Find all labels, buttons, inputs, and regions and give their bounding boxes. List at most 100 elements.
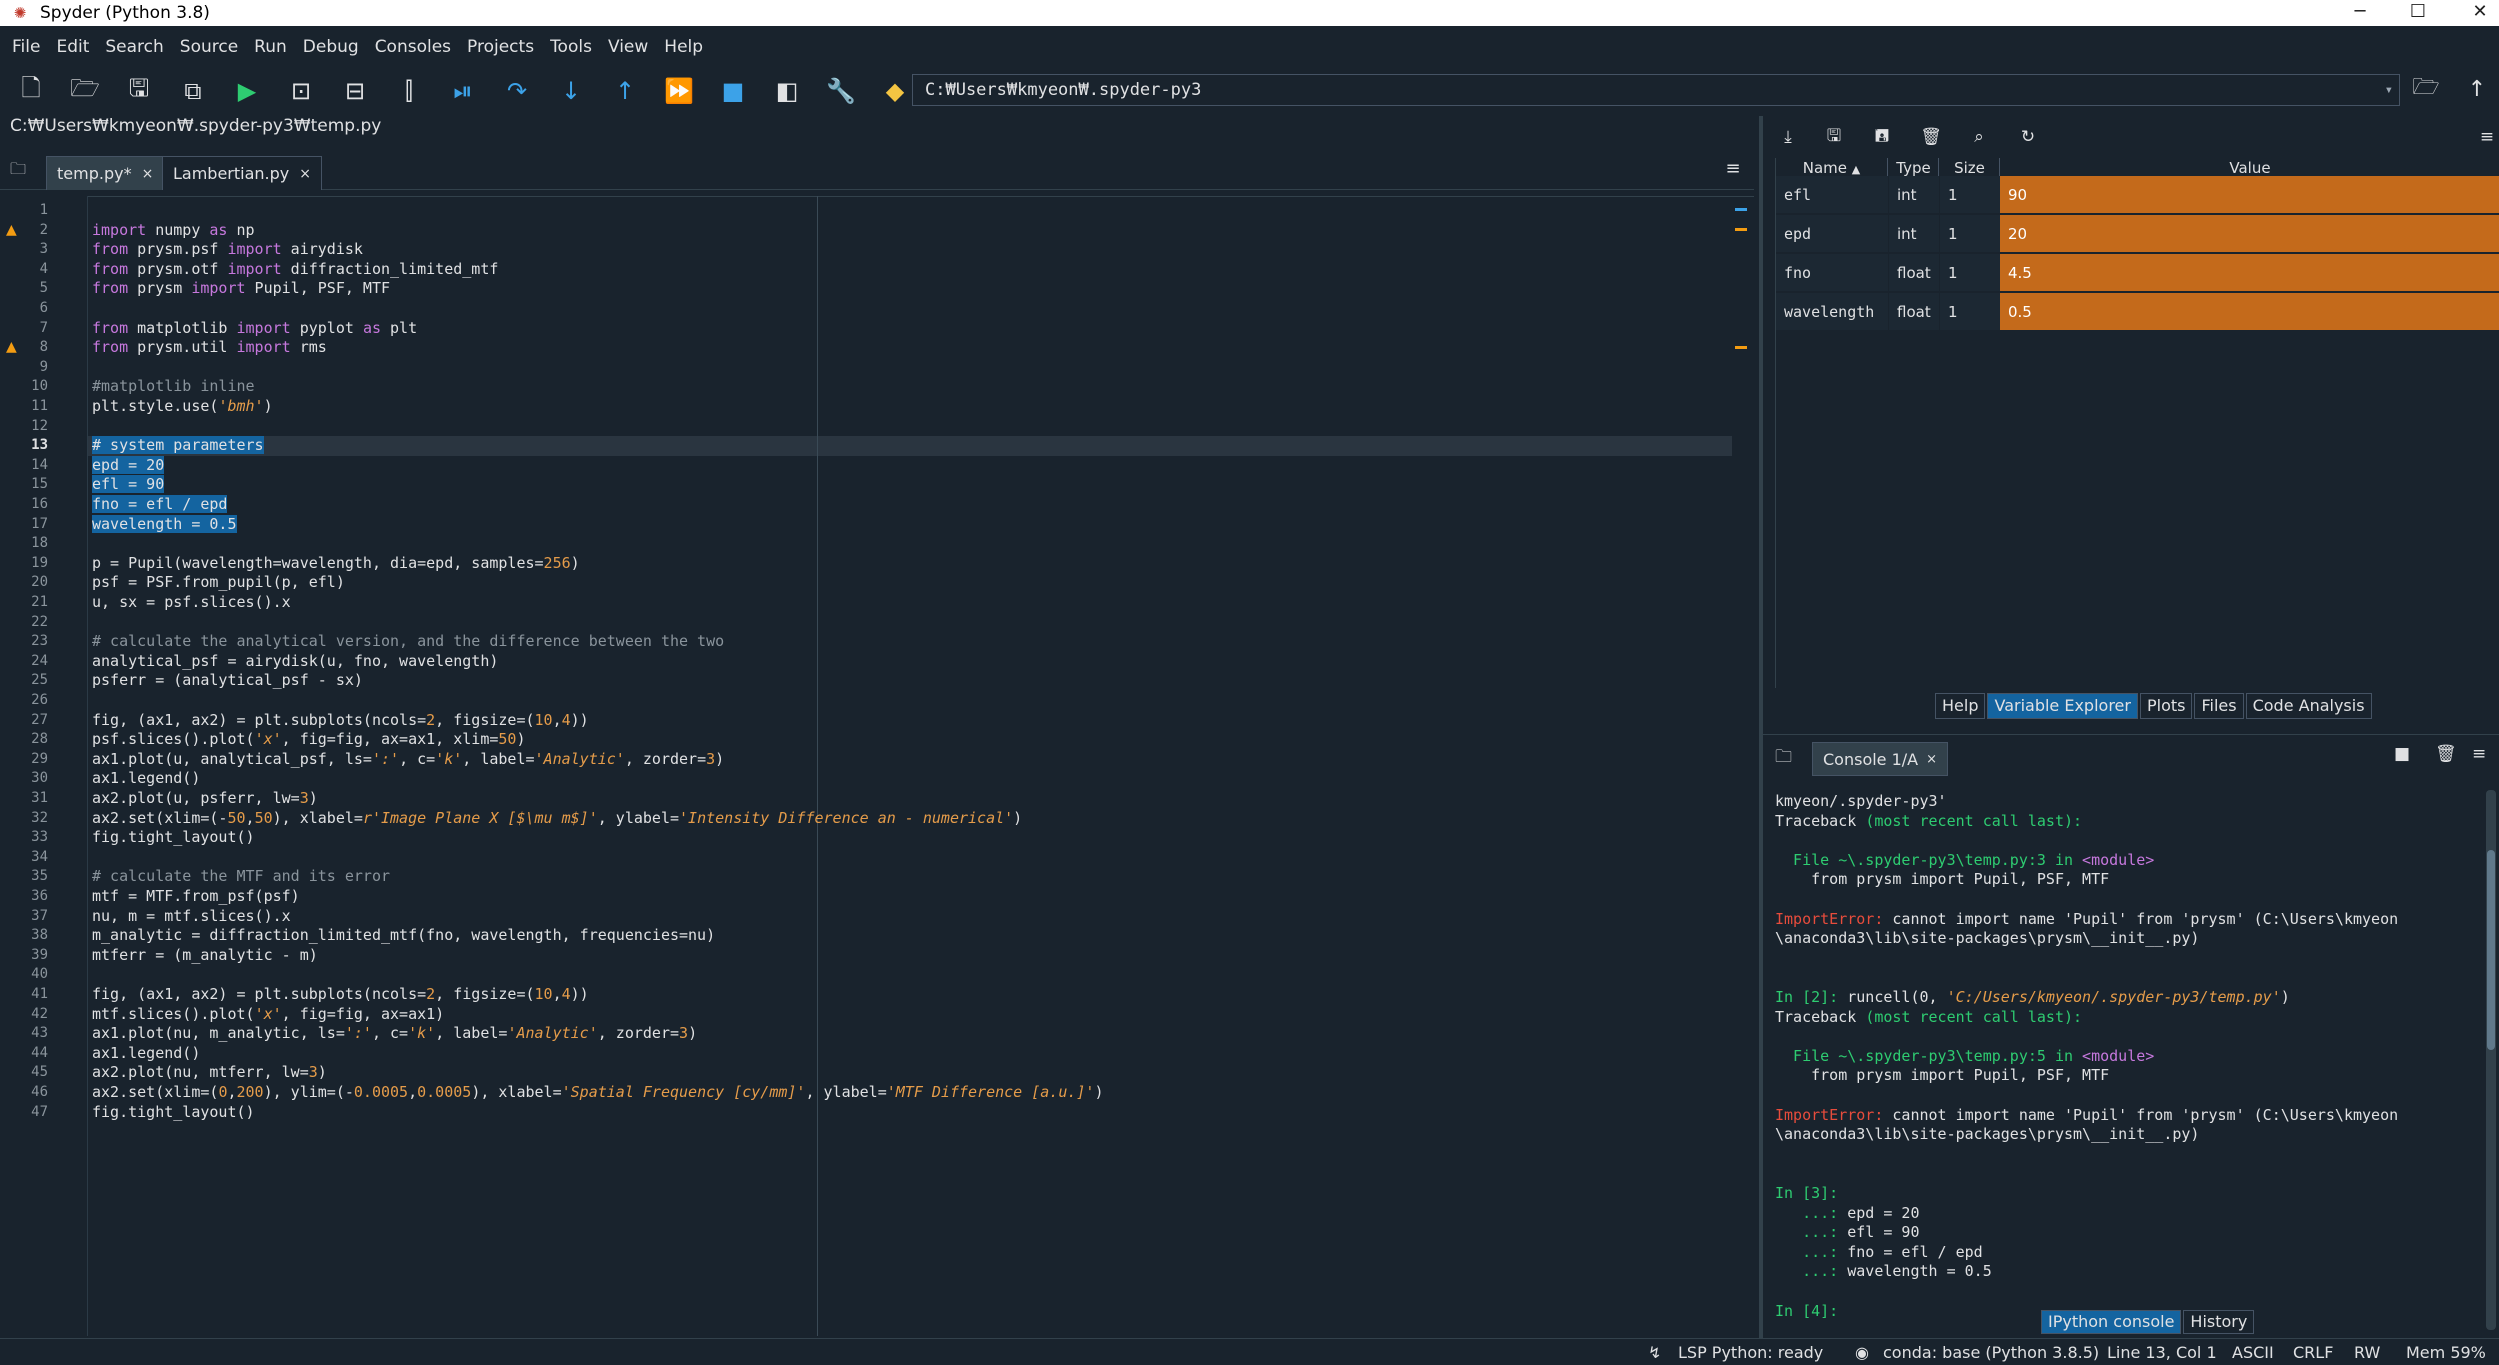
menu-tools[interactable]: Tools <box>542 37 600 57</box>
run-cell-icon[interactable]: ⊡ <box>278 72 324 110</box>
code-line[interactable]: p = Pupil(wavelength=wavelength, dia=epd… <box>92 554 580 574</box>
code-line[interactable]: mtf.slices().plot('x', fig=fig, ax=ax1) <box>92 1005 444 1025</box>
code-line[interactable]: fig.tight_layout() <box>92 828 255 848</box>
code-line[interactable]: from matplotlib import pyplot as plt <box>92 319 417 339</box>
column-header-size[interactable]: Size <box>1940 158 2000 178</box>
code-line[interactable]: analytical_psf = airydisk(u, fno, wavele… <box>92 652 498 672</box>
debug-step-icon[interactable]: ↷ <box>494 72 540 110</box>
variable-value[interactable]: 90 <box>2000 176 2499 214</box>
step-return-icon[interactable]: ↑ <box>602 72 648 110</box>
tab-help[interactable]: Help <box>1935 693 1986 719</box>
variable-value[interactable]: 0.5 <box>2000 293 2499 331</box>
code-line[interactable]: epd = 20 <box>92 455 165 476</box>
code-line[interactable]: ax2.plot(nu, mtferr, lw=3) <box>92 1063 327 1083</box>
console-scrollbar[interactable] <box>2486 790 2496 1330</box>
close-window-button[interactable]: ✕ <box>2455 0 2499 26</box>
editor-options-menu-icon[interactable]: ≡ <box>1720 158 1746 180</box>
code-line[interactable]: ax1.legend() <box>92 1044 200 1064</box>
conda-env-status[interactable]: conda: base (Python 3.8.5) <box>1883 1343 2099 1362</box>
save-file-icon[interactable]: 🖫 <box>116 72 162 110</box>
stop-debug-icon[interactable]: ■ <box>710 72 756 110</box>
menu-edit[interactable]: Edit <box>48 37 97 57</box>
code-line[interactable]: efl = 90 <box>92 475 165 495</box>
menu-run[interactable]: Run <box>246 37 295 57</box>
search-icon[interactable]: ⌕ <box>1962 122 1996 152</box>
variable-value[interactable]: 4.5 <box>2000 254 2499 292</box>
browse-directory-icon[interactable]: 🗁 <box>2404 70 2448 108</box>
variable-value[interactable]: 20 <box>2000 215 2499 253</box>
remove-variables-icon[interactable]: 🗑 <box>2435 744 2457 764</box>
explorer-options-menu-icon[interactable]: ≡ <box>2470 122 2499 152</box>
code-line[interactable]: mtf = MTF.from_psf(psf) <box>92 887 300 907</box>
code-line[interactable]: ax2.plot(u, psferr, lw=3) <box>92 789 318 809</box>
code-line[interactable]: ax1.plot(u, analytical_psf, ls=':', c='k… <box>92 750 724 770</box>
menu-help[interactable]: Help <box>656 37 711 57</box>
code-line[interactable]: from prysm.psf import airydisk <box>92 240 363 260</box>
code-line[interactable]: fig, (ax1, ax2) = plt.subplots(ncols=2, … <box>92 711 589 731</box>
code-line[interactable]: # calculate the analytical version, and … <box>92 632 724 652</box>
step-into-icon[interactable]: ↓ <box>548 72 594 110</box>
column-header-type[interactable]: Type <box>1889 158 1939 178</box>
code-line[interactable]: plt.style.use('bmh') <box>92 397 273 417</box>
menu-consoles[interactable]: Consoles <box>367 37 459 57</box>
code-line[interactable]: # system parameters <box>92 436 264 456</box>
code-line[interactable]: ax2.set(xlim=(0,200), ylim=(-0.0005,0.00… <box>92 1083 1104 1103</box>
save-data-icon[interactable]: 🖫 <box>1817 122 1851 152</box>
save-data-as-icon[interactable]: 🖪 <box>1865 122 1899 152</box>
code-line[interactable]: ax1.legend() <box>92 769 200 789</box>
menu-view[interactable]: View <box>600 37 656 57</box>
working-directory-input[interactable]: C:₩Users₩kmyeon₩.spyder-py3 ▾ <box>912 74 2400 106</box>
code-line[interactable]: ax1.plot(nu, m_analytic, ls=':', c='k', … <box>92 1024 697 1044</box>
interrupt-kernel-icon[interactable]: ■ <box>2394 744 2410 764</box>
minimize-button[interactable]: ─ <box>2335 0 2385 26</box>
menu-file[interactable]: File <box>4 37 48 57</box>
tab-code-analysis[interactable]: Code Analysis <box>2245 693 2372 719</box>
code-line[interactable]: wavelength = 0.5 <box>92 514 237 535</box>
debug-file-icon[interactable]: ⏯ <box>440 72 486 110</box>
code-line[interactable]: nu, m = mtf.slices().x <box>92 907 291 927</box>
code-line[interactable]: mtferr = (m_analytic - m) <box>92 946 318 966</box>
maximize-button[interactable]: ☐ <box>2393 0 2443 26</box>
preferences-wrench-icon[interactable]: 🔧 <box>818 72 864 110</box>
column-header-value[interactable]: Value <box>2001 158 2499 178</box>
menu-search[interactable]: Search <box>97 37 171 57</box>
remove-all-variables-icon[interactable]: 🗑 <box>1914 122 1948 152</box>
menu-debug[interactable]: Debug <box>295 37 367 57</box>
chevron-down-icon[interactable]: ▾ <box>2385 75 2393 105</box>
run-cell-advance-icon[interactable]: ⊟ <box>332 72 378 110</box>
close-tab-icon[interactable]: × <box>142 166 154 182</box>
parent-directory-icon[interactable]: ↑ <box>2455 70 2499 108</box>
code-line[interactable]: ax2.set(xlim=(-50,50), xlabel=r'Image Pl… <box>92 809 1022 829</box>
save-all-icon[interactable]: ⧉ <box>170 72 216 110</box>
tab-history[interactable]: History <box>2183 1310 2255 1334</box>
run-file-icon[interactable]: ▶ <box>224 72 270 110</box>
maximize-pane-icon[interactable]: ◧ <box>764 72 810 110</box>
code-line[interactable]: from prysm.otf import diffraction_limite… <box>92 260 498 280</box>
code-line[interactable]: from prysm import Pupil, PSF, MTF <box>92 279 390 299</box>
run-selection-icon[interactable]: ⫿ <box>386 72 432 110</box>
browse-tabs-icon[interactable]: 🗀 <box>10 158 34 178</box>
column-header-name[interactable]: Name ▲ <box>1776 158 1888 178</box>
tab-ipython-console[interactable]: IPython console <box>2041 1310 2182 1334</box>
scrollbar-thumb[interactable] <box>2487 850 2495 1050</box>
code-line[interactable]: psf.slices().plot('x', fig=fig, ax=ax1, … <box>92 730 526 750</box>
code-line[interactable]: from prysm.util import rms <box>92 338 327 358</box>
menu-source[interactable]: Source <box>172 37 246 57</box>
code-line[interactable]: #matplotlib inline <box>92 377 255 397</box>
code-line[interactable]: psferr = (analytical_psf - sx) <box>92 671 363 691</box>
warning-icon[interactable]: ▲ <box>6 221 17 241</box>
open-file-icon[interactable]: 🗁 <box>62 72 108 110</box>
tab-variable-explorer[interactable]: Variable Explorer <box>1987 693 2138 719</box>
warning-icon[interactable]: ▲ <box>6 338 17 358</box>
console-browse-tabs-icon[interactable]: 🗀 <box>1775 744 1792 773</box>
tab-console-1a[interactable]: Console 1/A × <box>1812 742 1949 776</box>
close-console-tab-icon[interactable]: × <box>1926 752 1937 767</box>
menu-projects[interactable]: Projects <box>459 37 542 57</box>
tab-plots[interactable]: Plots <box>2139 693 2193 719</box>
tab-files[interactable]: Files <box>2194 693 2244 719</box>
code-line[interactable]: fno = efl / epd <box>92 495 228 515</box>
tab-lambertian-py[interactable]: Lambertian.py × <box>162 156 322 190</box>
refresh-icon[interactable]: ↻ <box>2011 122 2045 152</box>
code-line[interactable]: psf = PSF.from_pupil(p, efl) <box>92 573 345 593</box>
console-options-menu-icon[interactable]: ≡ <box>2472 744 2486 764</box>
